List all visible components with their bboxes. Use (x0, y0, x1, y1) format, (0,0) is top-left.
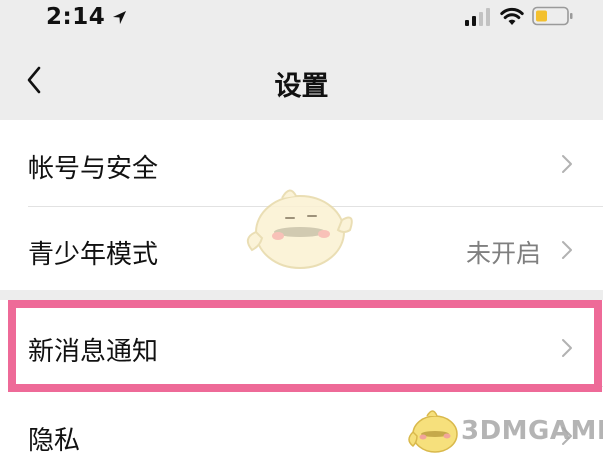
navigation-bar: 设置 (0, 38, 603, 120)
settings-item-label: 隐私 (28, 426, 81, 456)
settings-item-new-message-notification[interactable]: 新消息通知 (0, 300, 603, 386)
chevron-right-icon (562, 339, 572, 357)
watermark-logo: 3DMGAME (405, 402, 603, 457)
battery-icon (532, 6, 573, 26)
cellular-signal-icon (465, 8, 490, 26)
page-title: 设置 (274, 71, 329, 102)
status-time: 2:14 (46, 4, 127, 30)
mascot-watermark-icon (246, 189, 353, 269)
chevron-right-icon (562, 241, 572, 259)
settings-item-value: 未开启 (465, 239, 541, 268)
chevron-right-icon (562, 155, 572, 173)
status-bar: 2:14 (0, 0, 603, 38)
settings-item-label: 帐号与安全 (28, 154, 159, 184)
location-arrow-icon (113, 10, 127, 24)
settings-item-label: 青少年模式 (28, 240, 159, 270)
status-time-text: 2:14 (46, 4, 106, 30)
settings-item-label: 新消息通知 (28, 337, 159, 367)
watermark-text: 3DMGAME (461, 416, 603, 446)
wifi-icon (500, 7, 524, 25)
mascot-logo-icon (408, 410, 458, 453)
